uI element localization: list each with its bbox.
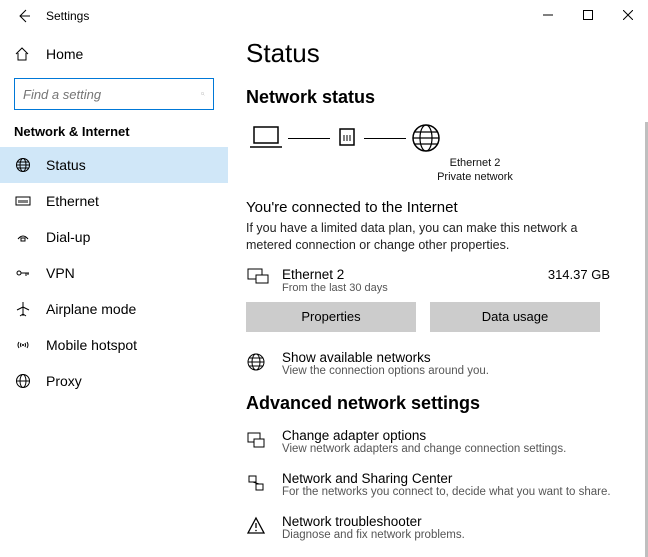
proxy-icon bbox=[14, 373, 32, 389]
sidebar-item-vpn[interactable]: VPN bbox=[0, 255, 228, 291]
globe-icon bbox=[246, 352, 272, 372]
hotspot-icon bbox=[14, 337, 32, 353]
sidebar-item-label: Mobile hotspot bbox=[46, 337, 137, 353]
sharing-center-row[interactable]: Network and Sharing Center For the netwo… bbox=[246, 471, 630, 498]
connection-sub: From the last 30 days bbox=[282, 282, 548, 294]
sidebar-home[interactable]: Home bbox=[0, 38, 228, 70]
airplane-icon bbox=[14, 301, 32, 317]
section-advanced: Advanced network settings bbox=[246, 393, 630, 414]
page-title: Status bbox=[246, 38, 630, 69]
vpn-icon bbox=[14, 265, 32, 281]
sidebar-item-ethernet[interactable]: Ethernet bbox=[0, 183, 228, 219]
connection-icon bbox=[246, 267, 272, 287]
diagram-labels: Ethernet 2 Private network bbox=[246, 156, 630, 185]
home-label: Home bbox=[46, 46, 83, 62]
window-title: Settings bbox=[46, 9, 89, 23]
globe-icon bbox=[14, 157, 32, 173]
connected-body: If you have a limited data plan, you can… bbox=[246, 220, 606, 255]
search-icon bbox=[201, 87, 205, 101]
warning-icon bbox=[246, 516, 272, 536]
network-diagram bbox=[246, 122, 630, 154]
laptop-icon bbox=[248, 123, 284, 153]
sidebar-item-airplane[interactable]: Airplane mode bbox=[0, 291, 228, 327]
ethernet-icon bbox=[14, 193, 32, 209]
section-network-status: Network status bbox=[246, 87, 630, 108]
connection-name: Ethernet 2 bbox=[282, 267, 548, 282]
data-usage-button[interactable]: Data usage bbox=[430, 302, 600, 332]
minimize-button[interactable] bbox=[528, 0, 568, 30]
main-content: Status Network status Ethernet 2 Private… bbox=[228, 32, 648, 557]
sidebar-item-label: VPN bbox=[46, 265, 75, 281]
show-networks-title: Show available networks bbox=[282, 350, 489, 365]
troubleshooter-row[interactable]: Network troubleshooter Diagnose and fix … bbox=[246, 514, 630, 541]
sidebar-item-proxy[interactable]: Proxy bbox=[0, 363, 228, 399]
home-icon bbox=[14, 46, 32, 62]
sidebar-item-label: Proxy bbox=[46, 373, 82, 389]
window-controls bbox=[528, 0, 648, 30]
dialup-icon bbox=[14, 229, 32, 245]
connected-title: You're connected to the Internet bbox=[246, 199, 630, 216]
sidebar-item-label: Ethernet bbox=[46, 193, 99, 209]
arrow-left-icon bbox=[16, 8, 32, 24]
maximize-button[interactable] bbox=[568, 0, 608, 30]
sidebar-item-label: Airplane mode bbox=[46, 301, 136, 317]
sidebar: Home Network & Internet Status Ethernet … bbox=[0, 32, 228, 557]
router-icon bbox=[334, 123, 360, 153]
titlebar: Settings bbox=[0, 0, 648, 32]
adapter-options-row[interactable]: Change adapter options View network adap… bbox=[246, 428, 630, 455]
show-networks-sub: View the connection options around you. bbox=[282, 365, 489, 377]
sidebar-section-header: Network & Internet bbox=[0, 124, 228, 147]
back-button[interactable] bbox=[8, 0, 40, 32]
sidebar-item-status[interactable]: Status bbox=[0, 147, 228, 183]
close-button[interactable] bbox=[608, 0, 648, 30]
search-input[interactable] bbox=[23, 87, 201, 102]
search-box[interactable] bbox=[14, 78, 214, 110]
active-connection: Ethernet 2 From the last 30 days 314.37 … bbox=[246, 267, 630, 294]
sidebar-item-dialup[interactable]: Dial-up bbox=[0, 219, 228, 255]
sidebar-item-hotspot[interactable]: Mobile hotspot bbox=[0, 327, 228, 363]
show-networks-row[interactable]: Show available networks View the connect… bbox=[246, 350, 630, 377]
sharing-icon bbox=[246, 473, 272, 493]
sidebar-item-label: Status bbox=[46, 157, 86, 173]
globe-large-icon bbox=[410, 122, 442, 154]
sidebar-item-label: Dial-up bbox=[46, 229, 90, 245]
adapter-icon bbox=[246, 430, 272, 450]
connection-size: 314.37 GB bbox=[548, 267, 630, 282]
properties-button[interactable]: Properties bbox=[246, 302, 416, 332]
